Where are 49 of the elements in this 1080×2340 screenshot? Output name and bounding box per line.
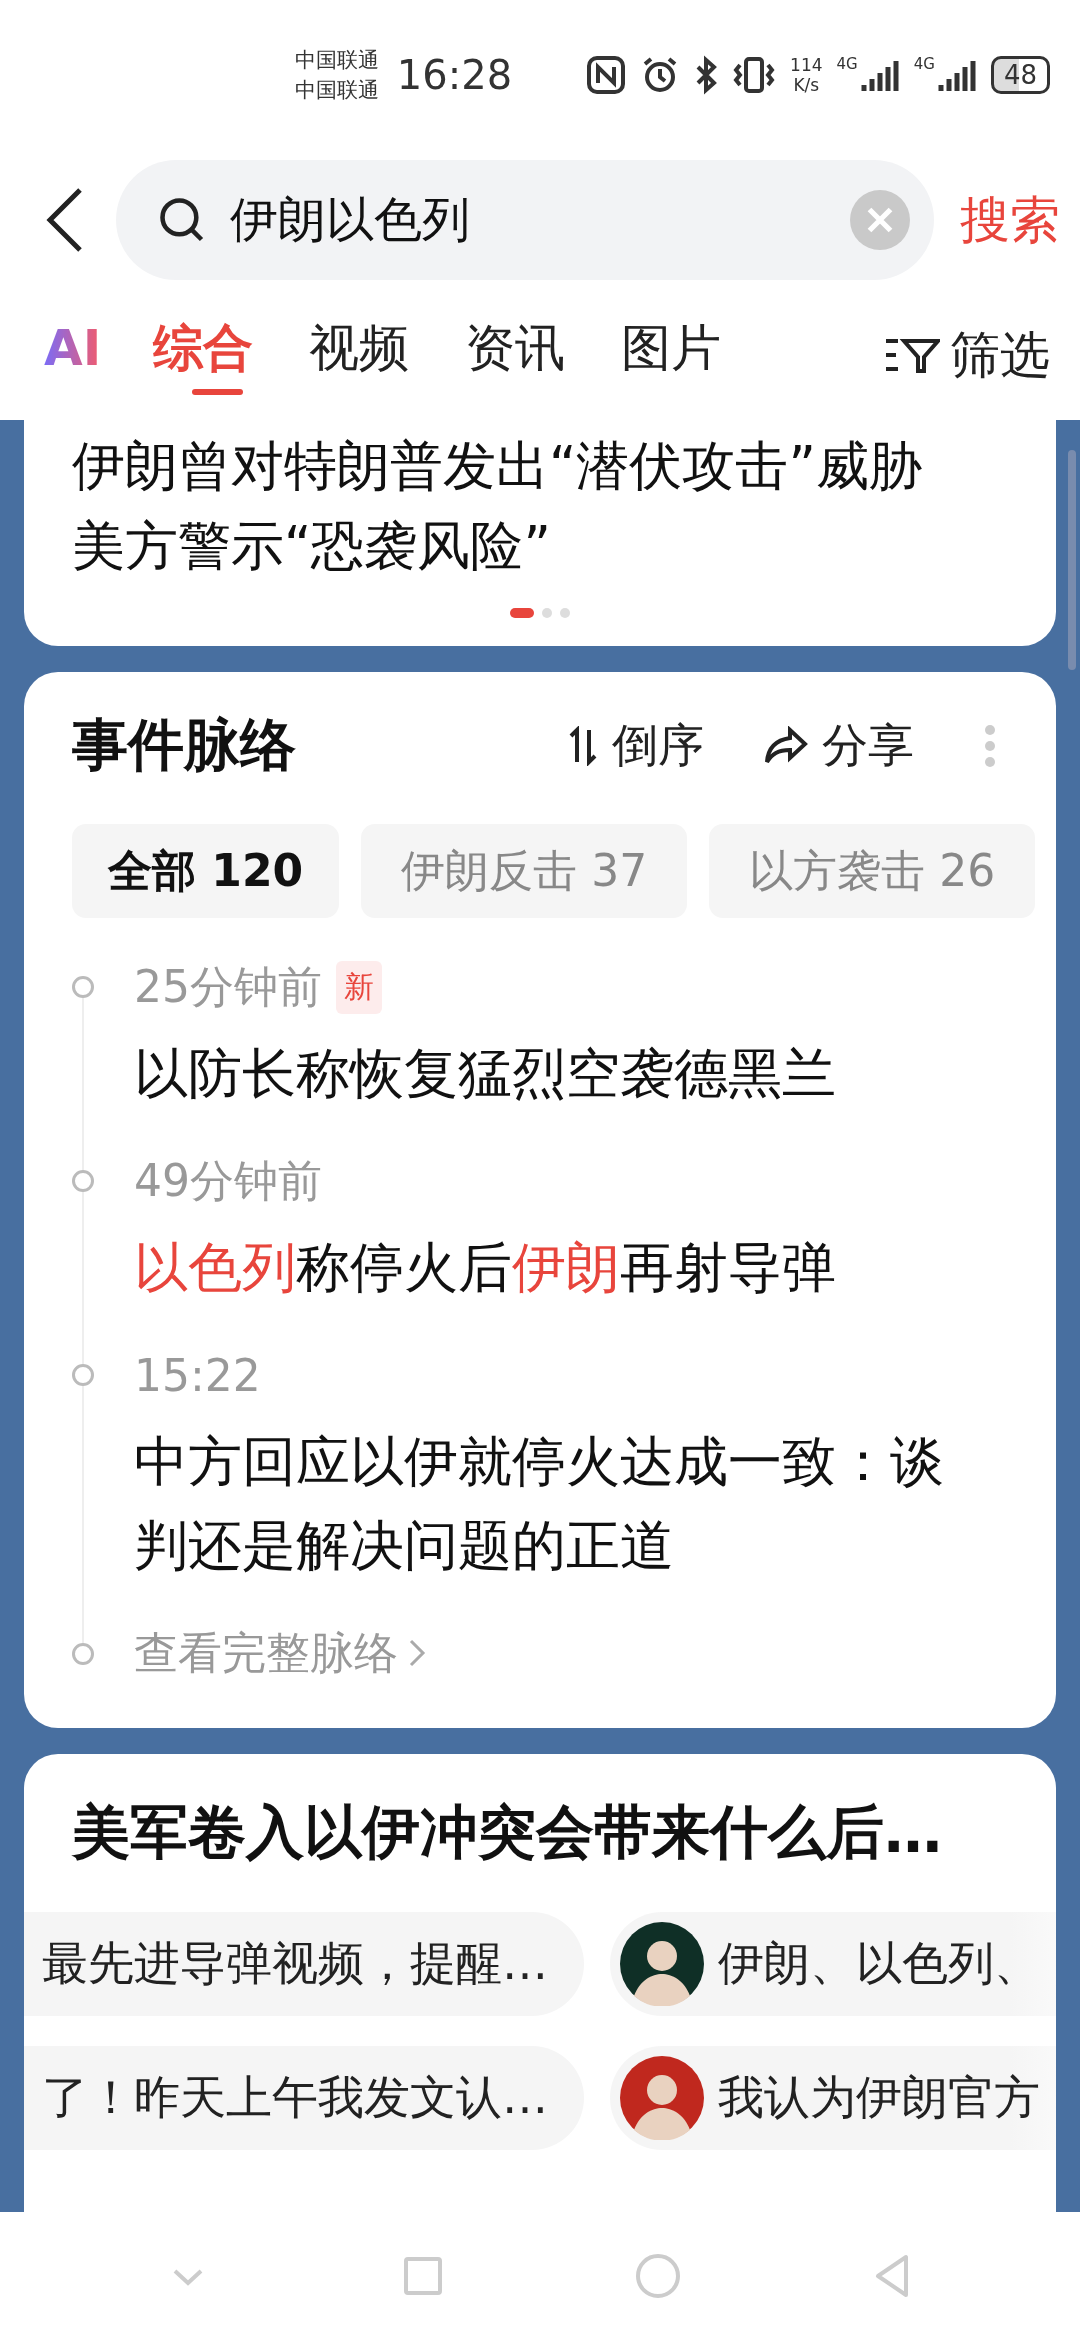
carrier-name: 中国联通: [294, 47, 379, 74]
event-headline[interactable]: 以色列称停火后伊朗再射导弹: [134, 1226, 996, 1310]
search-bar[interactable]: 伊朗以色列: [116, 160, 934, 280]
search-input[interactable]: 伊朗以色列: [228, 191, 830, 249]
bluetooth-icon: [694, 55, 719, 95]
timeline-dot: [72, 976, 94, 998]
sort-button[interactable]: 倒序: [568, 715, 704, 777]
carrier-name: 中国联通: [294, 77, 379, 104]
network-type: 4G: [913, 55, 935, 73]
tab[interactable]: 图片: [621, 315, 750, 395]
opinion-chip[interactable]: 了！昨天上午我发文认…: [24, 2046, 584, 2150]
battery-level: 48: [990, 56, 1050, 94]
timeline-dot: [72, 1170, 94, 1192]
event-headline[interactable]: 以防长称恢复猛烈空袭德黑兰: [134, 1032, 996, 1116]
vibrate-icon: [732, 55, 777, 95]
headline-line: 伊朗曾对特朗普发出“潜伏攻击”威胁: [72, 434, 923, 498]
event-time: 15:22: [134, 1349, 261, 1401]
event-time: 25分钟前: [134, 959, 322, 1014]
headline-line: 美方警示“恐袭风险”: [72, 514, 552, 578]
search-button[interactable]: 搜索: [960, 186, 1060, 254]
pager-dot[interactable]: [542, 608, 552, 618]
event-time: 49分钟前: [134, 1153, 322, 1208]
share-button[interactable]: 分享: [764, 715, 914, 777]
filter-chip[interactable]: 全部 120: [72, 824, 340, 918]
pager-dot[interactable]: [560, 608, 570, 618]
chevron-icon: [408, 1638, 426, 1668]
opinion-chip[interactable]: 伊朗、以色列、: [610, 1912, 1056, 2016]
timeline-dot: [72, 1643, 94, 1665]
tab[interactable]: 综合: [153, 315, 282, 395]
question-title[interactable]: 美军卷入以伊冲突会带来什么后…: [24, 1794, 1056, 1872]
new-badge: 新: [336, 960, 382, 1014]
opinion-chip[interactable]: 我认为伊朗官方: [610, 2046, 1056, 2150]
opinion-chip[interactable]: 最先进导弹视频，提醒…: [24, 1912, 584, 2016]
nfc-icon: [586, 55, 627, 95]
sort-icon: [568, 726, 598, 766]
share-icon: [764, 726, 808, 766]
more-icon[interactable]: [984, 724, 996, 768]
news-card[interactable]: 伊朗曾对特朗普发出“潜伏攻击”威胁 美方警示“恐袭风险”: [24, 420, 1056, 646]
clock-time: 16:28: [396, 52, 513, 98]
network-speed: K/s: [793, 75, 820, 95]
tab[interactable]: 视频: [309, 315, 438, 395]
network-type: 4G: [836, 55, 858, 73]
filter-button[interactable]: 筛选: [884, 321, 1050, 389]
network-speed: 114: [790, 55, 823, 75]
section-title: 事件脉络: [72, 711, 297, 779]
tab[interactable]: 资讯: [465, 315, 594, 395]
event-headline[interactable]: 中方回应以伊就停火达成一致：谈判还是解决问题的正道: [134, 1420, 996, 1588]
timeline-dot: [72, 1364, 94, 1386]
clear-icon[interactable]: [850, 190, 910, 250]
